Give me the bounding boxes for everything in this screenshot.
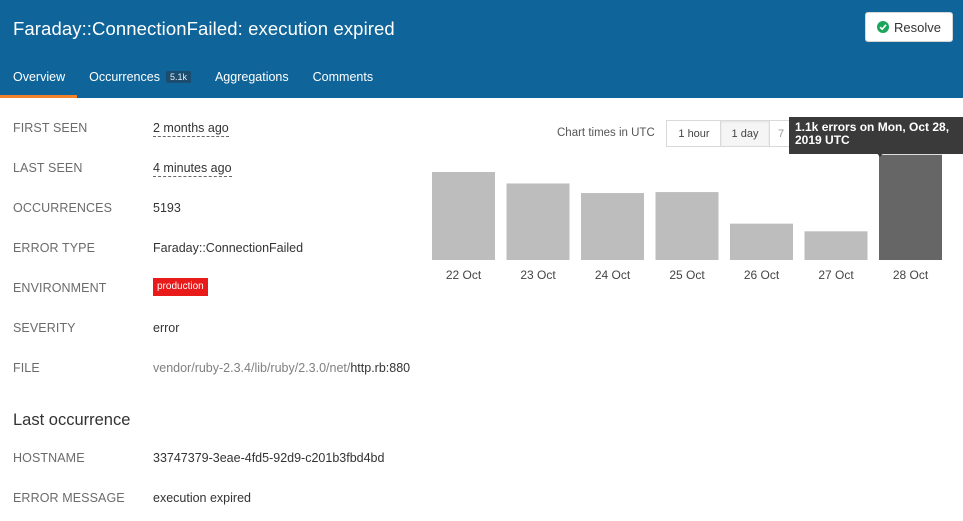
tab-comments-label: Comments <box>312 70 374 84</box>
chart-x-tick-label: 28 Oct <box>893 268 929 282</box>
tab-occurrences[interactable]: Occurrences 5.1k <box>77 66 203 98</box>
chart-x-tick-label: 23 Oct <box>520 268 556 282</box>
hostname-value: 33747379-3eae-4fd5-92d9-c201b3fbd4bd <box>153 451 385 465</box>
severity-value: error <box>153 321 180 335</box>
chart-bar-22-oct[interactable] <box>432 172 495 260</box>
header-bar: Faraday::ConnectionFailed: execution exp… <box>0 0 963 98</box>
chart-bar-26-oct[interactable] <box>730 223 793 260</box>
range-1-hour-button[interactable]: 1 hour <box>666 120 722 147</box>
chart-tooltip: 1.1k errors on Mon, Oct 28, 2019 UTC <box>789 117 963 154</box>
last-occurrence-heading: Last occurrence <box>13 411 131 429</box>
page-title: Faraday::ConnectionFailed: execution exp… <box>13 18 395 39</box>
tab-aggregations[interactable]: Aggregations <box>203 66 301 98</box>
chart-bar-23-oct[interactable] <box>506 183 570 260</box>
resolve-button[interactable]: Resolve <box>865 12 953 42</box>
error-message-value: execution expired <box>153 491 251 505</box>
range-1-day-button[interactable]: 1 day <box>720 120 770 147</box>
last-seen-value[interactable]: 4 minutes ago <box>153 161 232 177</box>
tab-occurrences-label: Occurrences <box>89 70 160 84</box>
chart-x-tick-label: 27 Oct <box>818 268 854 282</box>
chart-times-label: Chart times in UTC <box>557 127 655 139</box>
tab-comments[interactable]: Comments <box>301 66 385 98</box>
chart-x-tick-label: 24 Oct <box>595 268 631 282</box>
detail-label: LAST SEEN <box>13 161 83 175</box>
occurrences-value: 5193 <box>153 201 181 215</box>
tab-bar: Overview Occurrences 5.1k Aggregations Co… <box>0 66 385 98</box>
detail-label: ENVIRONMENT <box>13 281 107 295</box>
detail-label: FILE <box>13 361 40 375</box>
first-seen-value[interactable]: 2 months ago <box>153 121 229 137</box>
detail-label: SEVERITY <box>13 321 76 335</box>
chart-bar-28-oct[interactable] <box>879 154 942 260</box>
tooltip-line-2: 2019 UTC <box>795 133 850 147</box>
chart-x-tick-label: 25 Oct <box>669 268 705 282</box>
file-path-prefix: vendor/ruby-2.3.4/lib/ruby/2.3.0/net/ <box>153 361 351 375</box>
file-name: http.rb <box>350 361 386 375</box>
error-type-value: Faraday::ConnectionFailed <box>153 241 304 255</box>
tab-aggregations-label: Aggregations <box>214 70 289 84</box>
tooltip-arrow <box>876 152 884 157</box>
detail-label: HOSTNAME <box>13 451 85 465</box>
chart-x-tick-label: 26 Oct <box>744 268 780 282</box>
detail-label: FIRST SEEN <box>13 121 88 135</box>
detail-label: OCCURRENCES <box>13 201 113 215</box>
detail-label: ERROR MESSAGE <box>13 491 125 505</box>
errors-bar-chart: 22 Oct 23 Oct 24 Oct 25 Oct 26 Oct 27 Oct 28 O… <box>432 154 942 282</box>
tab-overview[interactable]: Overview <box>0 66 78 98</box>
file-line: :880 <box>385 361 411 375</box>
chart-bar-25-oct[interactable] <box>655 192 719 260</box>
occurrences-count-badge: 5.1k <box>165 71 191 83</box>
environment-badge: production <box>153 278 208 296</box>
tab-overview-label: Overview <box>13 70 66 84</box>
chart-x-tick-label: 22 Oct <box>446 268 482 282</box>
resolve-button-label: Resolve <box>894 19 941 35</box>
check-circle-icon <box>877 21 890 33</box>
chart-bar-27-oct[interactable] <box>804 231 868 260</box>
detail-label: ERROR TYPE <box>13 241 96 255</box>
file-value[interactable]: vendor/ruby-2.3.4/lib/ruby/2.3.0/net/htt… <box>153 361 410 375</box>
chart-bar-24-oct[interactable] <box>581 193 644 260</box>
